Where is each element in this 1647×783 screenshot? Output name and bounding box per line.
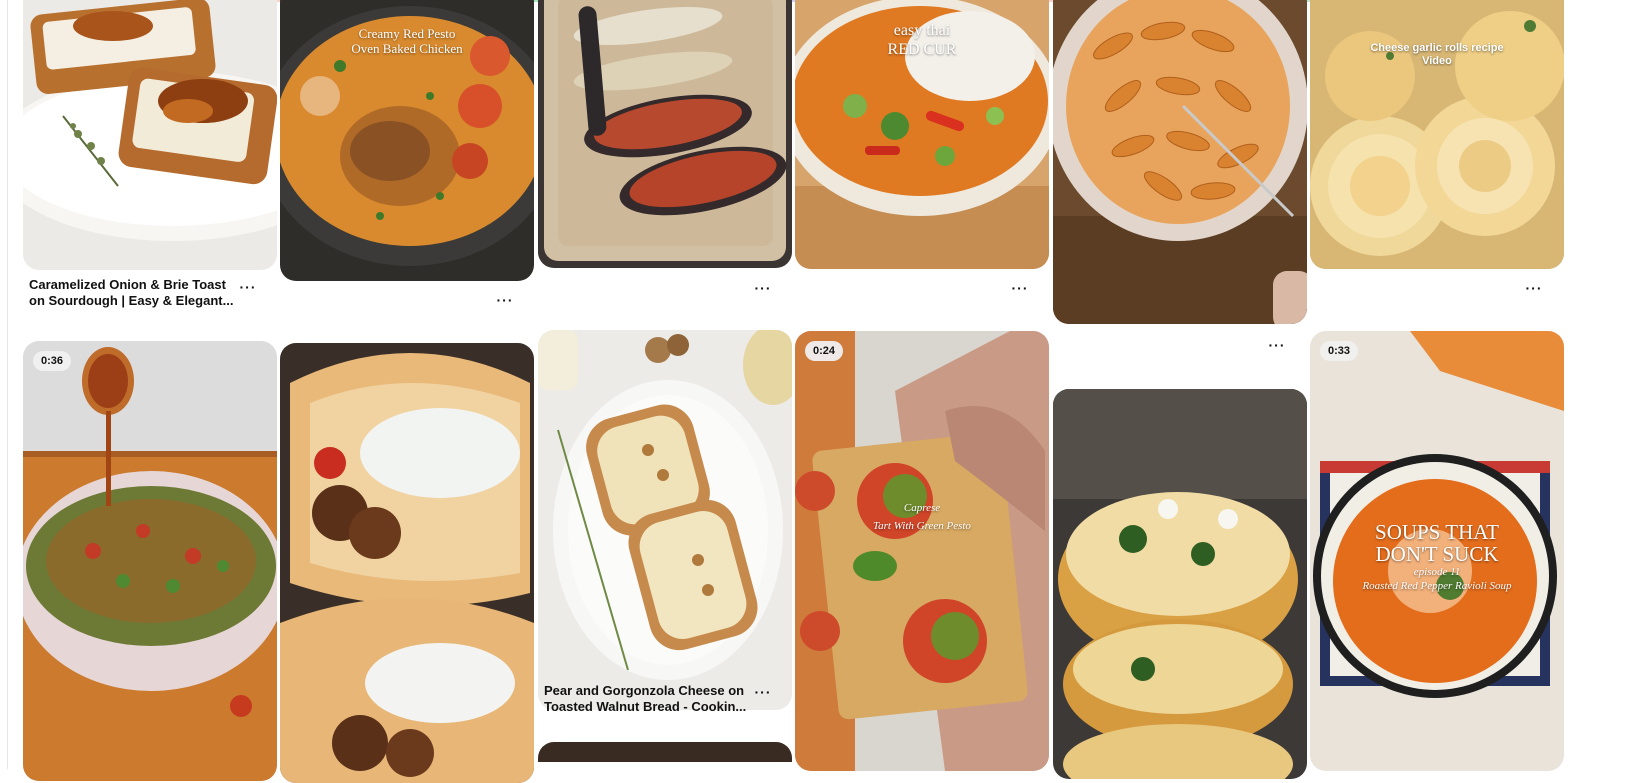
overlay-line: episode 11 xyxy=(1413,566,1461,578)
pin-title[interactable]: Caramelized Onion & Brie Toast on Sourdo… xyxy=(29,277,239,309)
video-duration-badge: 0:33 xyxy=(1320,341,1359,361)
overlay-line: easy thai xyxy=(893,22,951,39)
pin-caprese-tart[interactable]: 0:24 Caprese Tart With Green Pesto xyxy=(795,331,1049,771)
pin-spinach-egg-muffins[interactable] xyxy=(1053,389,1307,779)
pin-image[interactable]: 0:36 xyxy=(23,341,277,781)
pin-chicken-gyro[interactable] xyxy=(280,343,534,783)
overlay-line: DON'T SUCK xyxy=(1375,542,1499,566)
pin-overlay-text: easy thai RED CUR xyxy=(795,21,1049,59)
pin-overlay-text: Creamy Red Pesto Oven Baked Chicken xyxy=(280,26,534,56)
pin-image[interactable] xyxy=(23,0,277,270)
pin-image[interactable]: 0:24 Caprese Tart With Green Pesto xyxy=(795,331,1049,771)
pin-more-options-button[interactable]: ··· xyxy=(751,685,775,703)
pin-image[interactable] xyxy=(538,330,792,710)
overlay-line: Cheese garlic rolls recipe xyxy=(1370,42,1504,54)
pin-image[interactable] xyxy=(1053,0,1307,324)
overlay-line: Creamy Red Pesto xyxy=(358,26,456,41)
video-duration-badge: 0:24 xyxy=(805,341,844,361)
overlay-line: Caprese xyxy=(903,502,941,514)
pin-cheese-garlic-rolls[interactable]: Cheese garlic rolls recipe Video ··· xyxy=(1310,0,1564,300)
pin-more-options-button[interactable]: ··· xyxy=(1008,281,1032,299)
pin-overlay-text: SOUPS THAT DON'T SUCK episode 11 Roasted… xyxy=(1310,521,1564,593)
pin-image[interactable] xyxy=(538,0,792,268)
pin-image[interactable]: Cheese garlic rolls recipe Video xyxy=(1310,0,1564,269)
pin-more-options-button[interactable]: ··· xyxy=(751,281,775,299)
pin-chili-oil-salad[interactable]: 0:36 xyxy=(23,341,277,781)
pin-image[interactable]: easy thai RED CUR xyxy=(795,0,1049,269)
overlay-line: SOUPS THAT xyxy=(1375,520,1499,544)
overlay-line: Oven Baked Chicken xyxy=(351,41,463,56)
pin-image[interactable]: 0:33 SOUPS THAT DON'T SUCK episode 11 Ro… xyxy=(1310,331,1564,771)
pin-peach-galette[interactable]: ··· xyxy=(1053,0,1307,352)
pin-overlay-text: Cheese garlic rolls recipe Video xyxy=(1310,42,1564,68)
pin-thai-red-curry[interactable]: easy thai RED CUR ··· xyxy=(795,0,1049,300)
overlay-line: Video xyxy=(1422,55,1452,67)
overlay-line: RED CUR xyxy=(887,41,957,58)
pin-more-options-button[interactable]: ··· xyxy=(1265,338,1289,356)
pin-stuffed-eggplant[interactable]: ··· xyxy=(538,0,792,300)
pin-more-options-button[interactable]: ··· xyxy=(1522,281,1546,299)
pin-red-pepper-ravioli-soup[interactable]: 0:33 SOUPS THAT DON'T SUCK episode 11 Ro… xyxy=(1310,331,1564,771)
pin-image[interactable] xyxy=(280,343,534,783)
pin-more-options-button[interactable]: ··· xyxy=(236,280,260,298)
pin-pear-gorgonzola[interactable]: Pear and Gorgonzola Cheese on Toasted Wa… xyxy=(538,330,792,770)
pin-title[interactable]: Pear and Gorgonzola Cheese on Toasted Wa… xyxy=(544,683,754,715)
video-duration-badge: 0:36 xyxy=(33,351,72,371)
overlay-line: Roasted Red Pepper Ravioli Soup xyxy=(1362,580,1512,592)
overlay-line: Tart With Green Pesto xyxy=(873,520,971,532)
pin-overlay-text: Caprese Tart With Green Pesto xyxy=(795,499,1049,535)
pin-red-pesto-chicken[interactable]: Creamy Red Pesto Oven Baked Chicken ··· xyxy=(280,0,534,310)
pin-onion-brie-toast[interactable]: Caramelized Onion & Brie Toast on Sourdo… xyxy=(23,0,277,320)
pin-more-options-button[interactable]: ··· xyxy=(493,293,517,311)
pin-image[interactable]: Creamy Red Pesto Oven Baked Chicken xyxy=(280,0,534,281)
page-left-border xyxy=(7,0,8,769)
pin-image[interactable] xyxy=(1053,389,1307,779)
pin-image-next[interactable] xyxy=(538,742,792,762)
